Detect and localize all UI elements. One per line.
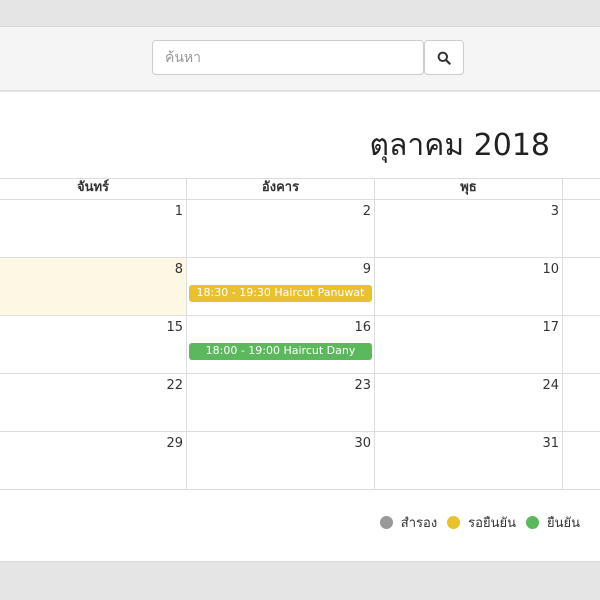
column-header-thursday: [563, 178, 600, 199]
legend-item-pending: รอยืนยัน: [447, 512, 516, 533]
calendar-card: ตุลาคม 2018 จันทร์ อังคาร พุธ 1 2 3 8 9 …: [0, 92, 600, 562]
column-header-monday: จันทร์: [76, 180, 110, 195]
day-cell-number[interactable]: 9: [363, 262, 371, 277]
day-cell-number[interactable]: 17: [542, 320, 559, 335]
grid-line: [0, 373, 600, 374]
day-cell-number[interactable]: 15: [166, 320, 183, 335]
today-highlight: [0, 258, 186, 315]
grid-line: [0, 431, 600, 432]
day-cell-number[interactable]: 3: [551, 204, 559, 219]
grid-line: [0, 489, 600, 490]
legend-label: รอยืนยัน: [468, 515, 516, 531]
legend-label: ยืนยัน: [546, 515, 580, 531]
grid-line: [0, 315, 600, 316]
search-icon: [437, 51, 451, 65]
column-header-tuesday: อังคาร: [261, 180, 300, 195]
day-cell-number[interactable]: 24: [542, 378, 559, 393]
grid-line: [0, 257, 600, 258]
column-header-wednesday: พุธ: [460, 180, 477, 195]
day-cell-number[interactable]: 10: [542, 262, 559, 277]
grid-line: [374, 178, 375, 490]
status-legend: สำรอง รอยืนยัน ยืนยัน: [370, 512, 580, 532]
grid-line: [562, 178, 563, 490]
browser-top-strip: [0, 0, 600, 27]
legend-item-confirmed: ยืนยัน: [525, 512, 580, 533]
day-cell-number[interactable]: 23: [354, 378, 371, 393]
search-button[interactable]: [424, 40, 464, 75]
search-bar: [0, 27, 600, 91]
status-dot-icon: [525, 515, 539, 529]
status-dot-icon: [447, 515, 461, 529]
calendar-event[interactable]: 18:00 - 19:00 Haircut Dany: [189, 343, 372, 360]
day-cell-number[interactable]: 22: [166, 378, 183, 393]
day-cell-number[interactable]: 29: [166, 436, 183, 451]
status-dot-icon: [379, 515, 393, 529]
day-cell-number[interactable]: 2: [363, 204, 371, 219]
calendar-event[interactable]: 18:30 - 19:30 Haircut Panuwat: [189, 285, 372, 302]
day-cell-number[interactable]: 30: [354, 436, 371, 451]
month-title: ตุลาคม 2018: [369, 128, 550, 163]
legend-item-reserve: สำรอง: [379, 512, 438, 533]
search-input[interactable]: [152, 40, 424, 75]
day-cell-number[interactable]: 8: [175, 262, 183, 277]
grid-line: [186, 178, 187, 490]
legend-label: สำรอง: [400, 515, 438, 531]
day-cell-number[interactable]: 1: [175, 204, 183, 219]
calendar-grid: จันทร์ อังคาร พุธ 1 2 3 8 9 10 18:30 - 1…: [0, 178, 600, 490]
day-cell-number[interactable]: 16: [354, 320, 371, 335]
day-cell-number[interactable]: 31: [542, 436, 559, 451]
grid-line: [0, 199, 600, 200]
